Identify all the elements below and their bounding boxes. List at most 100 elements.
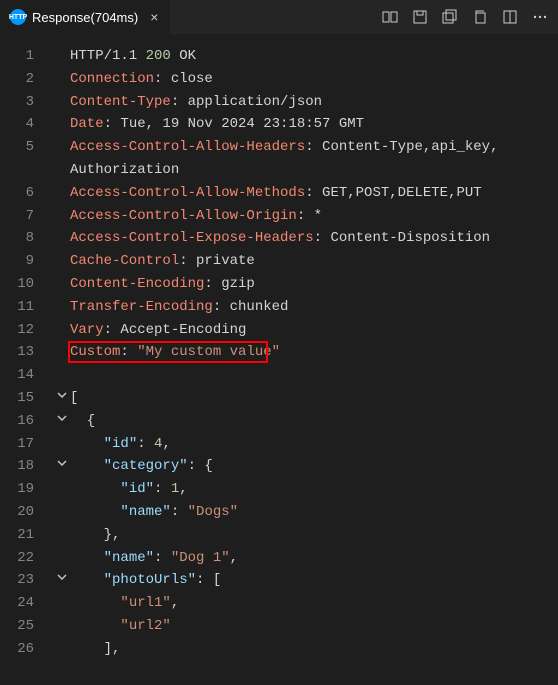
line-content: Access-Control-Expose-Headers: Content-D…: [70, 227, 558, 250]
fold-toggle: [56, 91, 70, 114]
fold-toggle: [56, 547, 70, 570]
fold-toggle: [56, 205, 70, 228]
line-number: 7: [0, 205, 56, 228]
fold-toggle: [56, 433, 70, 456]
code-line[interactable]: 2Connection: close: [0, 68, 558, 91]
line-content: {: [70, 410, 558, 433]
fold-toggle: [56, 296, 70, 319]
fold-toggle: [56, 592, 70, 615]
line-number: 18: [0, 455, 56, 478]
close-icon[interactable]: ×: [148, 9, 160, 25]
code-line[interactable]: 5 Access-Control-Allow-Headers: Content-T…: [0, 136, 558, 159]
fold-toggle[interactable]: [56, 455, 70, 478]
code-line[interactable]: 14: [0, 364, 558, 387]
code-line[interactable]: 8 Access-Control-Expose-Headers: Content-…: [0, 227, 558, 250]
http-icon: HTTP: [10, 9, 26, 25]
fold-toggle: [56, 638, 70, 661]
code-line[interactable]: 11Transfer-Encoding: chunked: [0, 296, 558, 319]
code-line[interactable]: Authorization: [0, 159, 558, 182]
fold-toggle[interactable]: [56, 387, 70, 410]
code-line[interactable]: 1 HTTP/1.1 200 OK: [0, 45, 558, 68]
fold-toggle: [56, 45, 70, 68]
code-line[interactable]: 17 "id": 4,: [0, 433, 558, 456]
line-number: 22: [0, 547, 56, 570]
code-line[interactable]: 18 "category": {: [0, 455, 558, 478]
line-number: 25: [0, 615, 56, 638]
code-line[interactable]: 26 ],: [0, 638, 558, 661]
toolbar: [382, 9, 558, 25]
fold-toggle: [56, 113, 70, 136]
line-number: 6: [0, 182, 56, 205]
code-line[interactable]: 10Content-Encoding: gzip: [0, 273, 558, 296]
code-line[interactable]: 4 Date: Tue, 19 Nov 2024 23:18:57 GMT: [0, 113, 558, 136]
line-number: 21: [0, 524, 56, 547]
save-icon[interactable]: [412, 9, 428, 25]
fold-toggle: [56, 524, 70, 547]
code-line[interactable]: 24 "url1",: [0, 592, 558, 615]
line-number: 4: [0, 113, 56, 136]
fold-toggle: [56, 501, 70, 524]
line-number: 11: [0, 296, 56, 319]
tab-response[interactable]: HTTP Response(704ms) ×: [0, 0, 170, 35]
line-content: Access-Control-Allow-Headers: Content-Ty…: [70, 136, 558, 159]
diff-view-icon[interactable]: [382, 9, 398, 25]
split-icon[interactable]: [502, 9, 518, 25]
code-line[interactable]: 6 Access-Control-Allow-Methods: GET,POST,…: [0, 182, 558, 205]
line-content: Content-Encoding: gzip: [70, 273, 558, 296]
fold-toggle: [56, 341, 70, 364]
line-content: Date: Tue, 19 Nov 2024 23:18:57 GMT: [70, 113, 558, 136]
line-content: Content-Type: application/json: [70, 91, 558, 114]
fold-toggle: [56, 227, 70, 250]
code-line[interactable]: 3 Content-Type: application/json: [0, 91, 558, 114]
line-number: 15: [0, 387, 56, 410]
line-content: Cache-Control: private: [70, 250, 558, 273]
code-line[interactable]: 23 "photoUrls": [: [0, 569, 558, 592]
code-line[interactable]: 21 },: [0, 524, 558, 547]
code-line[interactable]: 22 "name": "Dog 1",: [0, 547, 558, 570]
fold-toggle[interactable]: [56, 410, 70, 433]
line-content: "name": "Dog 1",: [70, 547, 558, 570]
fold-toggle: [56, 159, 70, 182]
line-content: },: [70, 524, 558, 547]
fold-toggle: [56, 273, 70, 296]
line-number: 24: [0, 592, 56, 615]
line-content: Access-Control-Allow-Methods: GET,POST,D…: [70, 182, 558, 205]
fold-toggle: [56, 478, 70, 501]
editor[interactable]: 1 HTTP/1.1 200 OK2Connection: close3 Conte…: [0, 35, 558, 661]
line-number: 8: [0, 227, 56, 250]
line-number: 5: [0, 136, 56, 159]
line-content: Custom: "My custom value": [70, 341, 558, 364]
code-line[interactable]: 16 {: [0, 410, 558, 433]
line-number: 1: [0, 45, 56, 68]
line-content: "name": "Dogs": [70, 501, 558, 524]
fold-toggle: [56, 615, 70, 638]
code-line[interactable]: 20 "name": "Dogs": [0, 501, 558, 524]
line-number: 14: [0, 364, 56, 387]
line-number: 20: [0, 501, 56, 524]
tab-bar: HTTP Response(704ms) ×: [0, 0, 558, 35]
code-line[interactable]: 13 Custom: "My custom value": [0, 341, 558, 364]
code-line[interactable]: 19 "id": 1,: [0, 478, 558, 501]
line-number: 12: [0, 319, 56, 342]
line-number: 16: [0, 410, 56, 433]
copy-icon[interactable]: [472, 9, 488, 25]
save-all-icon[interactable]: [442, 9, 458, 25]
code-line[interactable]: 7Access-Control-Allow-Origin: *: [0, 205, 558, 228]
line-content: "url2": [70, 615, 558, 638]
line-number: 3: [0, 91, 56, 114]
code-line[interactable]: 15[: [0, 387, 558, 410]
fold-toggle[interactable]: [56, 569, 70, 592]
line-number: [0, 159, 56, 182]
tab-label: Response(704ms): [32, 10, 138, 25]
line-content: HTTP/1.1 200 OK: [70, 45, 558, 68]
line-content: "id": 4,: [70, 433, 558, 456]
line-content: "url1",: [70, 592, 558, 615]
line-number: 9: [0, 250, 56, 273]
line-number: 13: [0, 341, 56, 364]
code-line[interactable]: 9 Cache-Control: private: [0, 250, 558, 273]
code-line[interactable]: 12Vary: Accept-Encoding: [0, 319, 558, 342]
more-icon[interactable]: [532, 9, 548, 25]
code-line[interactable]: 25 "url2": [0, 615, 558, 638]
line-number: 23: [0, 569, 56, 592]
line-content: Connection: close: [70, 68, 558, 91]
